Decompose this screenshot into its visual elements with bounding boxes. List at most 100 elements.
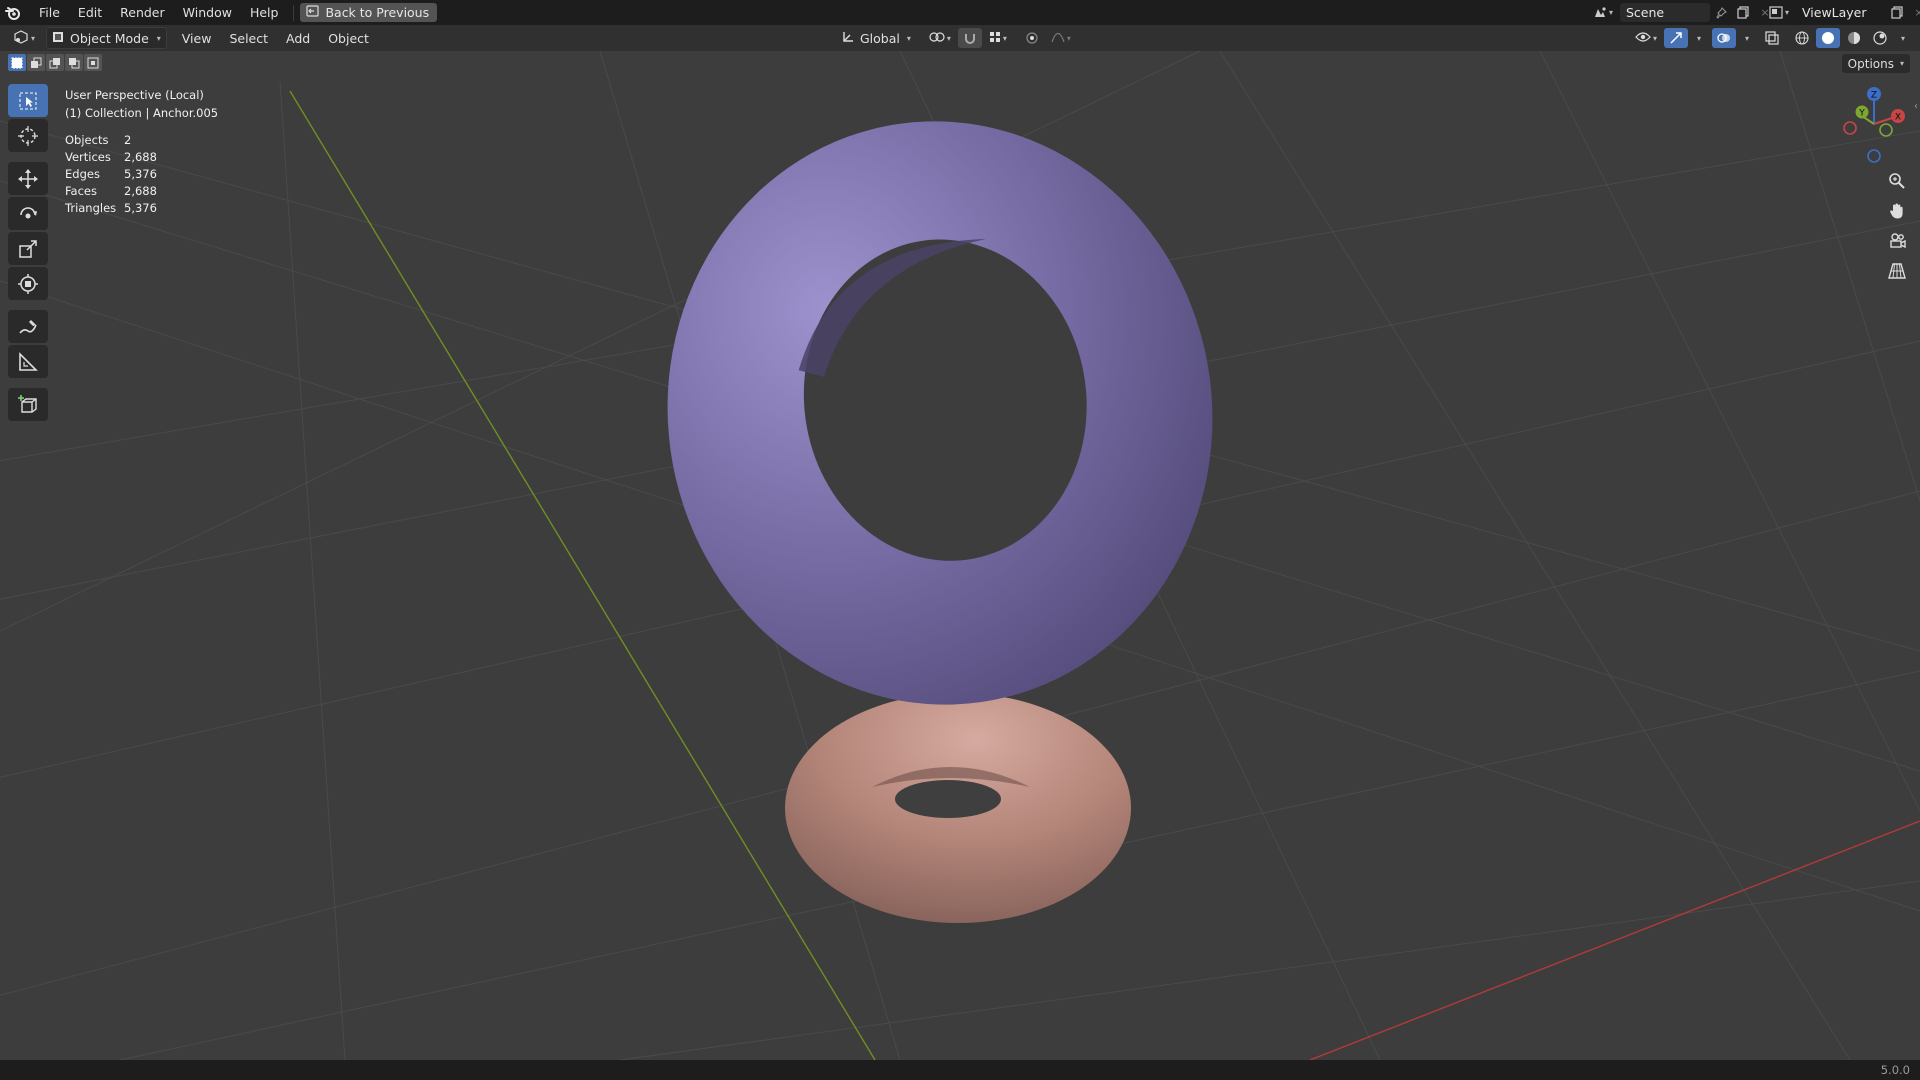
pivot-icon <box>929 30 945 47</box>
transform-tool-icon[interactable] <box>8 267 48 300</box>
separator <box>293 4 295 21</box>
falloff-dropdown[interactable]: ▾ <box>1046 28 1076 48</box>
measure-tool-icon[interactable] <box>8 345 48 378</box>
stat-value: 2,688 <box>124 150 157 164</box>
stat-value: 5,376 <box>124 201 157 215</box>
xray-toggle-icon[interactable] <box>1760 28 1784 48</box>
menu-window[interactable]: Window <box>174 0 241 25</box>
gizmo-z-label: Z <box>1871 91 1877 101</box>
move-tool-icon[interactable] <box>8 162 48 195</box>
shading-rendered-icon[interactable] <box>1868 28 1892 48</box>
pin-scene-icon[interactable] <box>1710 3 1732 22</box>
back-to-previous-button[interactable]: Back to Previous <box>300 3 438 22</box>
select-subtract-icon[interactable] <box>46 54 64 71</box>
orientation-label: Global <box>860 30 900 46</box>
shading-dropdown[interactable]: ▾ <box>1894 28 1910 48</box>
stat-label: Vertices <box>65 150 111 164</box>
header-menu-add[interactable]: Add <box>277 26 319 51</box>
shading-solid-icon[interactable] <box>1815 28 1840 48</box>
stat-label: Faces <box>65 184 97 198</box>
transform-orientation-dropdown[interactable]: Global ▾ <box>836 28 916 48</box>
proportional-editing-icon[interactable] <box>1020 28 1044 48</box>
shading-wireframe-icon[interactable] <box>1790 28 1814 48</box>
3d-viewport[interactable]: User Perspective (Local) (1) Collection … <box>0 51 1920 1060</box>
header-menu-view[interactable]: View <box>173 26 221 51</box>
select-invert-icon[interactable] <box>65 54 83 71</box>
scene-name: Scene <box>1626 5 1665 20</box>
pivot-point-dropdown[interactable]: ▾ <box>924 28 956 48</box>
rotate-tool-icon[interactable] <box>8 197 48 230</box>
snap-grid-icon <box>989 31 1001 46</box>
object-mode-dropdown[interactable]: Object Mode ▾ <box>46 27 167 49</box>
navigation-gizmo[interactable]: Z X Y <box>1842 86 1910 164</box>
select-intersect-icon[interactable] <box>84 54 102 71</box>
gizmo-neg-z-axis <box>1867 149 1881 163</box>
chevron-down-icon: ▾ <box>156 33 161 43</box>
back-icon <box>306 5 320 20</box>
menu-help[interactable]: Help <box>241 0 288 25</box>
overlays-toggle-icon[interactable] <box>1711 28 1736 48</box>
stat-row-triangles: Triangles 5,376 <box>65 200 218 217</box>
x-axis-line <box>1309 820 1920 1060</box>
pan-hand-icon[interactable] <box>1884 198 1910 224</box>
view-layer-browse-icon[interactable]: ▾ <box>1764 3 1794 22</box>
version-label: 5.0.0 <box>1880 1063 1910 1077</box>
stat-value: 2 <box>124 133 132 147</box>
gizmo-toggle-icon[interactable] <box>1663 28 1688 48</box>
toggle-perspective-grid-icon[interactable] <box>1884 258 1910 284</box>
annotate-tool-icon[interactable] <box>8 310 48 343</box>
scale-tool-icon[interactable] <box>8 232 48 265</box>
back-to-previous-label: Back to Previous <box>325 5 430 20</box>
stat-label: Edges <box>65 167 100 181</box>
pink-torus <box>785 693 1131 923</box>
scene-name-field[interactable]: Scene <box>1620 3 1710 22</box>
stat-value: 5,376 <box>124 167 157 181</box>
new-scene-icon[interactable] <box>1732 3 1754 22</box>
select-new-icon[interactable] <box>8 54 26 71</box>
snap-target-dropdown[interactable]: ▾ <box>984 28 1012 48</box>
object-visibility-dropdown[interactable]: ▾ <box>1630 28 1662 48</box>
header-menu-select[interactable]: Select <box>220 26 277 51</box>
stat-row-objects: Objects 2 <box>65 132 218 149</box>
zoom-icon[interactable] <box>1884 168 1910 194</box>
menu-render[interactable]: Render <box>111 0 174 25</box>
stat-row-vertices: Vertices 2,688 <box>65 149 218 166</box>
add-cube-tool-icon[interactable] <box>8 388 48 421</box>
shading-material-icon[interactable] <box>1842 28 1866 48</box>
stat-row-faces: Faces 2,688 <box>65 183 218 200</box>
object-mode-icon <box>52 31 64 46</box>
header-menu-object[interactable]: Object <box>319 26 378 51</box>
chevron-down-icon: ▾ <box>1899 59 1904 68</box>
viewport-info-overlay: User Perspective (Local) (1) Collection … <box>65 86 218 217</box>
top-menu-bar: File Edit Render Window Help Back to Pre… <box>0 0 1920 25</box>
delete-view-layer-icon[interactable]: × <box>1908 3 1920 22</box>
falloff-curve-icon <box>1051 31 1065 46</box>
gizmo-neg-x-axis <box>1843 121 1857 135</box>
select-extend-icon[interactable] <box>27 54 45 71</box>
overlays-dropdown[interactable]: ▾ <box>1738 28 1754 48</box>
options-label: Options <box>1847 56 1894 71</box>
perspective-label: User Perspective (Local) <box>65 88 204 102</box>
viewport-scene <box>0 51 1920 1060</box>
menu-edit[interactable]: Edit <box>69 0 111 25</box>
selection-mode-buttons <box>8 54 102 71</box>
orientation-icon <box>841 30 855 47</box>
editor-type-button[interactable]: ▾ <box>8 28 40 48</box>
blender-logo-icon[interactable] <box>4 4 22 22</box>
stat-value: 2,688 <box>124 184 157 198</box>
select-box-tool-icon[interactable] <box>8 84 48 117</box>
menu-file[interactable]: File <box>30 0 69 25</box>
scene-browse-icon[interactable]: ▾ <box>1588 3 1618 22</box>
collection-label: (1) Collection | Anchor.005 <box>65 106 219 120</box>
options-dropdown[interactable]: Options ▾ <box>1841 54 1910 73</box>
view-layer-name-field[interactable]: ViewLayer <box>1796 3 1886 22</box>
view-layer-name: ViewLayer <box>1802 5 1867 20</box>
snap-toggle-icon[interactable] <box>957 28 982 48</box>
sidebar-toggle-icon[interactable]: ‹ <box>1914 101 1918 112</box>
cursor-tool-icon[interactable] <box>8 119 48 152</box>
gizmo-dropdown[interactable]: ▾ <box>1690 28 1706 48</box>
new-view-layer-icon[interactable] <box>1886 3 1908 22</box>
gizmo-neg-y-axis <box>1879 123 1893 137</box>
camera-view-icon[interactable] <box>1884 228 1910 254</box>
gizmo-x-label: X <box>1895 113 1901 123</box>
